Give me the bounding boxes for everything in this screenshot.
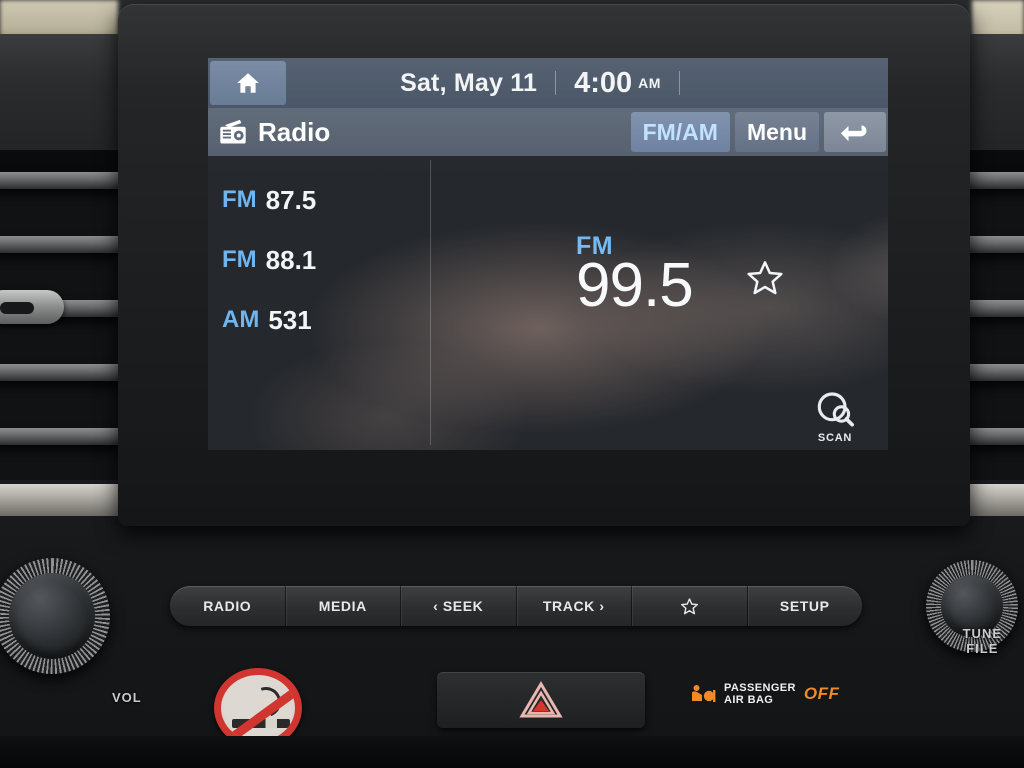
preset-band: AM	[222, 306, 260, 333]
passenger-airbag-icon	[692, 685, 716, 702]
head-unit-bezel: Sat, May 11 4:00 AM Radio FM/AM Menu FM …	[118, 4, 970, 526]
passenger-airbag-indicator: PASSENGER AIR BAG OFF	[690, 682, 839, 706]
airbag-line-1: PASSENGER	[724, 682, 796, 694]
star-outline-icon	[747, 261, 783, 295]
star-outline-icon	[680, 597, 698, 614]
volume-knob-label: VOL	[112, 690, 142, 705]
current-station: FM 99.5	[576, 232, 785, 317]
scan-icon	[817, 392, 854, 427]
status-time: 4:00	[574, 66, 633, 99]
status-date: Sat, May 11	[400, 68, 538, 97]
dashboard-background: Sat, May 11 4:00 AM Radio FM/AM Menu FM …	[0, 0, 1024, 768]
status-divider-2	[678, 71, 680, 95]
hard-button-strip: RADIO MEDIA ‹ SEEK TRACK › SETUP	[170, 586, 862, 626]
frequency-block: FM 99.5	[576, 232, 694, 320]
dash-bottom-shadow	[0, 736, 1024, 768]
infotainment-screen[interactable]: Sat, May 11 4:00 AM Radio FM/AM Menu FM …	[208, 58, 888, 450]
media-hard-button[interactable]: MEDIA	[286, 586, 401, 626]
tune-label-line1: TUNE	[962, 626, 1002, 641]
scan-button[interactable]: SCAN	[804, 389, 866, 444]
status-center: Sat, May 11 4:00 AM	[286, 67, 812, 100]
airbag-text: PASSENGER AIR BAG	[724, 682, 796, 706]
favorite-button[interactable]	[745, 258, 785, 303]
menu-button[interactable]: Menu	[734, 112, 819, 152]
current-frequency: 99.5	[576, 251, 694, 320]
back-arrow-icon	[840, 125, 867, 142]
scan-label: SCAN	[817, 432, 853, 444]
status-ampm: AM	[638, 75, 661, 91]
airbag-status: OFF	[803, 684, 840, 703]
status-bar: Sat, May 11 4:00 AM	[208, 58, 888, 108]
track-hard-button[interactable]: TRACK ›	[517, 586, 632, 626]
home-button[interactable]	[210, 61, 286, 105]
radio-icon	[220, 119, 246, 144]
status-divider-1	[555, 71, 557, 95]
airbag-line-2: AIR BAG	[724, 694, 774, 706]
title-bar: Radio FM/AM Menu	[208, 108, 888, 156]
radio-hard-button[interactable]: RADIO	[170, 586, 286, 626]
seek-hard-button[interactable]: ‹ SEEK	[401, 586, 517, 626]
favorite-hard-button[interactable]	[632, 586, 748, 626]
preset-list: FM 87.5 FM 88.1 AM 531	[208, 156, 430, 450]
preset-frequency: 88.1	[265, 244, 317, 275]
page-title: Radio	[258, 116, 331, 147]
radio-content: FM 87.5 FM 88.1 AM 531 FM 99.5 SCAN	[208, 156, 888, 450]
hazard-light-button[interactable]	[437, 672, 645, 728]
vent-adjuster-left[interactable]	[0, 290, 64, 324]
tune-knob-label: TUNE FILE	[963, 626, 1002, 656]
preset-frequency: 87.5	[265, 184, 317, 215]
air-vent-left	[0, 150, 118, 480]
tune-label-line2: FILE	[966, 641, 999, 656]
preset-band: FM	[222, 246, 257, 273]
home-icon	[237, 73, 259, 93]
back-button[interactable]	[824, 112, 886, 152]
setup-hard-button[interactable]: SETUP	[748, 586, 863, 626]
tuner-panel: FM 99.5 SCAN	[430, 156, 888, 450]
preset-item[interactable]: AM 531	[208, 290, 430, 350]
volume-knob-cap	[9, 573, 95, 659]
preset-item[interactable]: FM 87.5	[208, 170, 430, 230]
preset-band: FM	[222, 186, 257, 213]
volume-knob[interactable]	[0, 558, 110, 674]
hazard-triangle-icon	[519, 681, 563, 718]
preset-frequency: 531	[268, 304, 312, 335]
preset-item[interactable]: FM 88.1	[208, 230, 430, 290]
fm-am-button[interactable]: FM/AM	[630, 112, 730, 152]
